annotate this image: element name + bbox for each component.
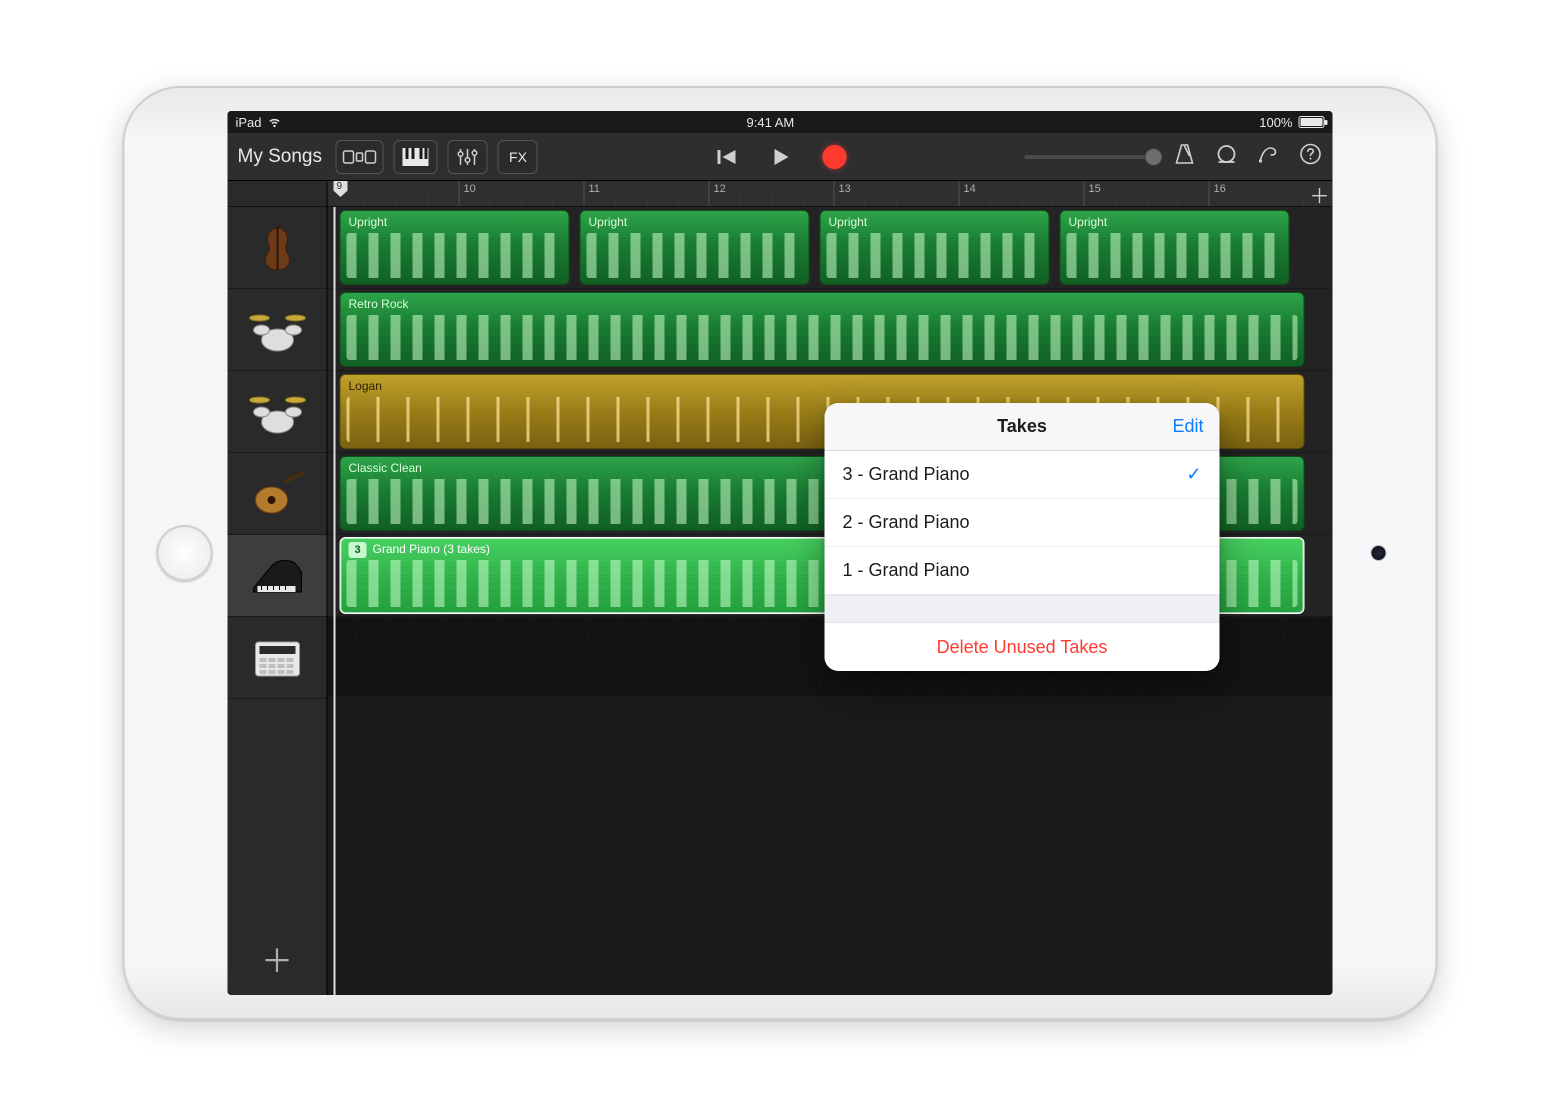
ipad-frame: iPad 9:41 AM 100% My Songs xyxy=(123,86,1438,1020)
drumkit-icon xyxy=(243,385,311,439)
take-label: 3 - Grand Piano xyxy=(843,464,970,485)
battery-icon xyxy=(1298,116,1324,128)
battery-percent: 100% xyxy=(1259,115,1292,130)
fx-label: FX xyxy=(509,149,527,165)
record-button[interactable] xyxy=(815,138,853,176)
take-label: 2 - Grand Piano xyxy=(843,512,970,533)
track-header-drumkit[interactable] xyxy=(228,371,327,453)
device-label: iPad xyxy=(236,115,262,130)
region-name: Upright xyxy=(589,215,628,229)
metronome-icon[interactable] xyxy=(1173,142,1197,171)
track-header-guitar[interactable] xyxy=(228,453,327,535)
takes-popover: Takes Edit 3 - Grand Piano ✓ 2 - Grand Pia… xyxy=(825,403,1220,671)
playhead-line xyxy=(334,207,336,995)
region[interactable]: Retro Rock xyxy=(340,292,1305,367)
playhead-marker[interactable]: 9 xyxy=(334,181,348,197)
toolbar: My Songs FX xyxy=(228,133,1333,181)
region-name: Upright xyxy=(1069,215,1108,229)
rewind-button[interactable] xyxy=(707,138,745,176)
drumkit-icon xyxy=(243,303,311,357)
status-bar: iPad 9:41 AM 100% xyxy=(228,111,1333,133)
take-row[interactable]: 3 - Grand Piano ✓ xyxy=(825,451,1220,499)
take-row[interactable]: 1 - Grand Piano xyxy=(825,547,1220,595)
help-icon[interactable] xyxy=(1299,142,1323,171)
track-lane[interactable]: Retro Rock xyxy=(328,289,1333,371)
popover-edit-button[interactable]: Edit xyxy=(1172,416,1203,437)
screen: iPad 9:41 AM 100% My Songs xyxy=(228,111,1333,995)
wifi-icon xyxy=(268,114,282,131)
piano-icon xyxy=(243,549,311,603)
guitar-icon xyxy=(243,467,311,521)
take-label: 1 - Grand Piano xyxy=(843,560,970,581)
region-name: Upright xyxy=(829,215,868,229)
back-title[interactable]: My Songs xyxy=(238,146,326,168)
loop-icon[interactable] xyxy=(1215,142,1239,171)
region-name: Logan xyxy=(349,379,382,393)
region[interactable]: Upright xyxy=(340,210,570,285)
ruler-bar: 16 xyxy=(1209,181,1226,206)
master-volume[interactable] xyxy=(1025,155,1155,159)
track-header-cello[interactable] xyxy=(228,207,327,289)
region-name: Grand Piano (3 takes) xyxy=(373,542,490,556)
track-controls-button[interactable] xyxy=(448,140,488,174)
region[interactable]: Upright xyxy=(580,210,810,285)
home-button[interactable] xyxy=(157,525,213,581)
ruler-bar: 12 xyxy=(709,181,726,206)
checkmark-icon: ✓ xyxy=(1186,464,1201,485)
popover-header: Takes Edit xyxy=(825,403,1220,451)
ruler-bar: 11 xyxy=(584,181,600,206)
ruler-bar: 13 xyxy=(834,181,851,206)
record-icon xyxy=(822,145,846,169)
ruler[interactable]: 9 ＋ 10 11 12 13 14 15 16 xyxy=(328,181,1333,207)
front-camera xyxy=(1372,546,1386,560)
view-toggle-button[interactable] xyxy=(336,140,384,174)
settings-icon[interactable] xyxy=(1257,142,1281,171)
play-button[interactable] xyxy=(761,138,799,176)
drummachine-icon xyxy=(243,631,311,685)
fx-button[interactable]: FX xyxy=(498,140,538,174)
add-section-button[interactable]: ＋ xyxy=(1309,183,1331,205)
take-row[interactable]: 2 - Grand Piano xyxy=(825,499,1220,547)
add-track-button[interactable]: ＋ xyxy=(228,923,327,995)
region-name: Upright xyxy=(349,215,388,229)
popover-title: Takes xyxy=(997,416,1047,437)
clock: 9:41 AM xyxy=(747,115,795,130)
region-name: Retro Rock xyxy=(349,297,409,311)
region[interactable]: Upright xyxy=(1060,210,1290,285)
track-headers: ＋ xyxy=(228,181,328,995)
track-header-piano[interactable] xyxy=(228,535,327,617)
ruler-bar: 10 xyxy=(459,181,476,206)
ruler-bar: 14 xyxy=(959,181,976,206)
cello-icon xyxy=(243,221,311,275)
ruler-bar: 15 xyxy=(1084,181,1101,206)
track-header-drumkit[interactable] xyxy=(228,289,327,371)
track-header-drummachine[interactable] xyxy=(228,617,327,699)
region-name: Classic Clean xyxy=(349,461,422,475)
region[interactable]: Upright xyxy=(820,210,1050,285)
track-lane[interactable]: Upright Upright Upright Upright xyxy=(328,207,1333,289)
timeline[interactable]: 9 ＋ 10111213141516 UprightUprightUpright… xyxy=(328,181,1333,995)
instrument-keyboard-button[interactable] xyxy=(394,140,438,174)
take-badge: 3 xyxy=(349,542,367,558)
